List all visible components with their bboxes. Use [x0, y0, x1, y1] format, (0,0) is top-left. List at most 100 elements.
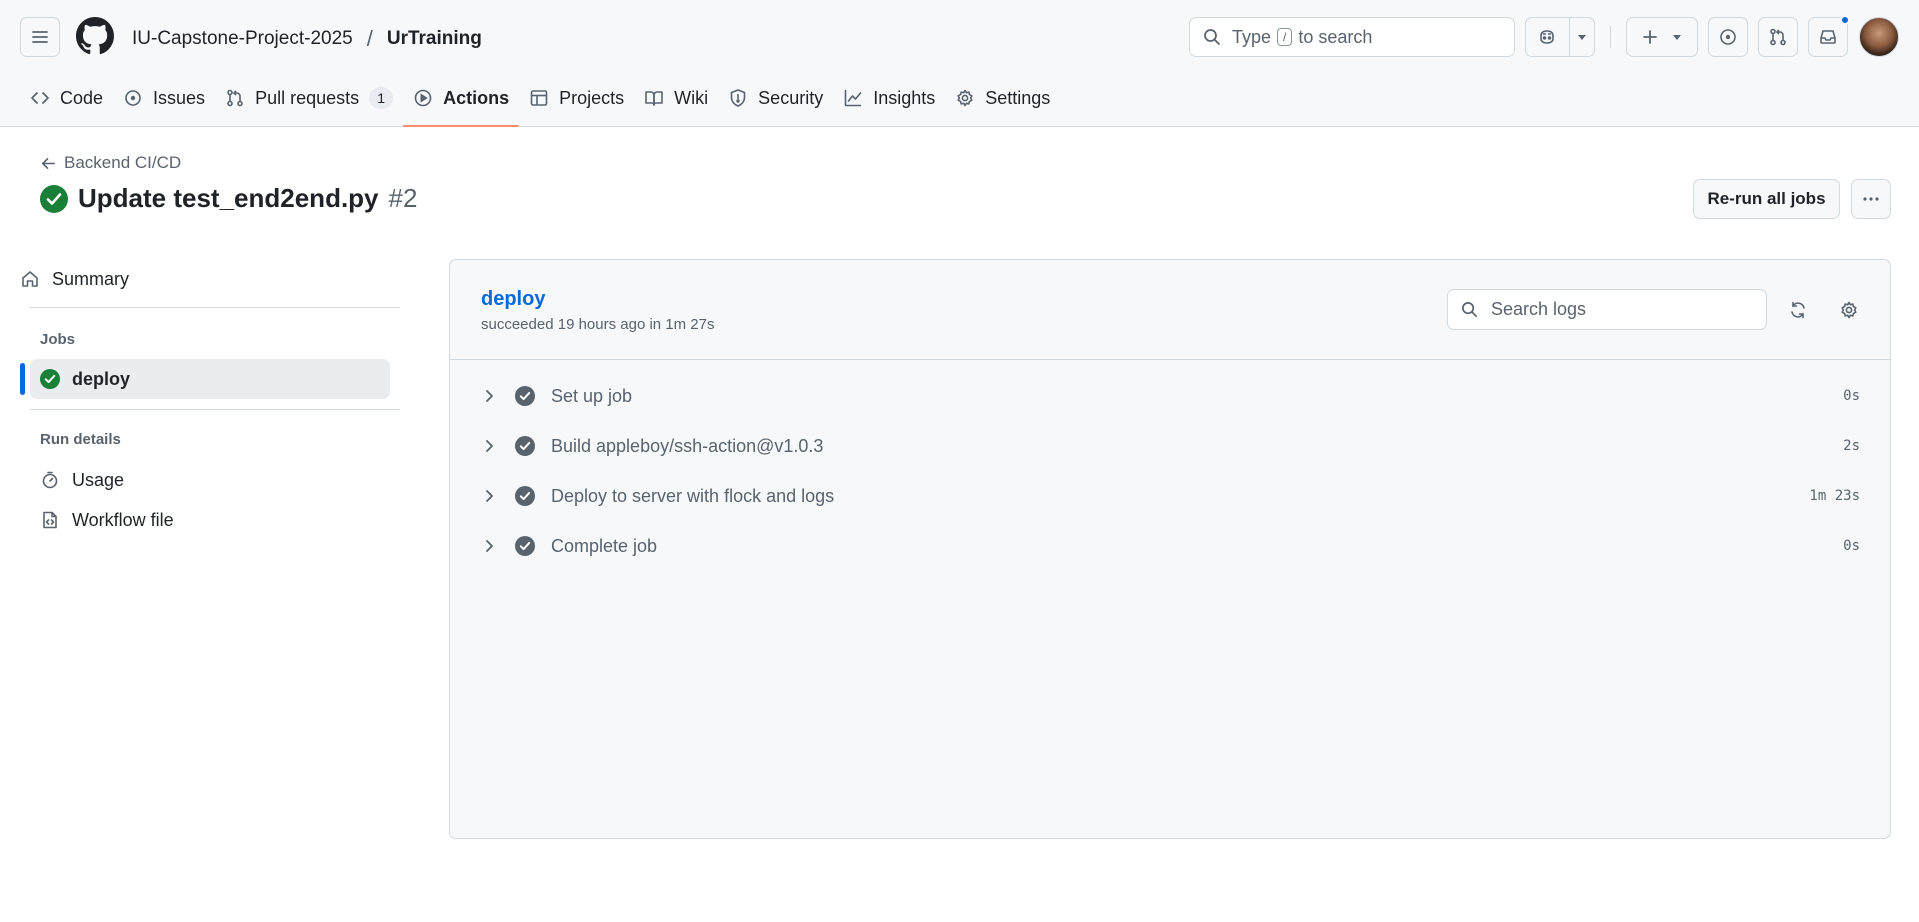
- sidebar-item-workflow-file[interactable]: Workflow file: [30, 500, 390, 540]
- tab-issues[interactable]: Issues: [113, 74, 215, 122]
- chevron-right-icon: [486, 440, 493, 452]
- back-link-label: Backend CI/CD: [64, 153, 182, 172]
- run-title-row: Update test_end2end.py #2: [40, 183, 417, 214]
- refresh-logs-button[interactable]: [1780, 292, 1816, 328]
- sidebar-divider: [30, 409, 400, 410]
- tab-wiki[interactable]: Wiki: [634, 74, 718, 122]
- job-log-panel: deploy succeeded 19 hours ago in 1m 27s …: [449, 259, 1891, 839]
- sidebar-divider: [30, 307, 400, 308]
- job-name-link[interactable]: deploy: [481, 288, 545, 311]
- table-icon: [530, 90, 548, 106]
- copilot-icon: [1540, 30, 1555, 44]
- chevron-right-icon: [486, 490, 493, 502]
- inbox-icon: [1820, 30, 1836, 44]
- search-suffix-text: to search: [1298, 26, 1373, 47]
- job-step-row[interactable]: Complete job 0s: [450, 524, 1890, 568]
- shield-icon: [730, 89, 746, 107]
- global-search-input[interactable]: Type / to search: [1189, 17, 1515, 57]
- run-more-options-button[interactable]: [1851, 179, 1891, 219]
- sync-icon: [1791, 301, 1805, 319]
- graph-icon: [844, 89, 862, 107]
- git-pull-request-icon: [227, 89, 243, 107]
- search-prefix-text: Type: [1232, 26, 1272, 47]
- plus-icon: [1643, 30, 1657, 44]
- check-circle-fill-icon: [40, 184, 68, 213]
- issue-opened-icon: [125, 90, 141, 106]
- search-logs-placeholder: Search logs: [1491, 299, 1587, 319]
- sidebar-heading-run-details: Run details: [40, 431, 121, 448]
- job-panel-header: deploy succeeded 19 hours ago in 1m 27s …: [450, 260, 1890, 360]
- run-number: #2: [388, 183, 418, 213]
- job-status-meta: succeeded 19 hours ago in 1m 27s: [481, 316, 715, 333]
- sidebar-item-summary[interactable]: Summary: [10, 259, 370, 299]
- rerun-all-jobs-button[interactable]: Re-run all jobs: [1693, 179, 1840, 219]
- gear-icon: [957, 89, 973, 107]
- app-header: IU-Capstone-Project-2025 / UrTraining Ty…: [0, 0, 1919, 127]
- selected-job-indicator: [20, 363, 25, 395]
- pull-request-counter: 1: [369, 87, 394, 109]
- search-logs-input[interactable]: Search logs: [1447, 289, 1767, 330]
- sidebar-heading-jobs: Jobs: [40, 331, 76, 348]
- check-circle-fill-icon: [515, 536, 535, 556]
- tab-label: Projects: [559, 87, 625, 108]
- search-icon: [1204, 29, 1220, 45]
- tab-pull-requests[interactable]: Pull requests 1: [215, 74, 403, 122]
- code-icon: [31, 92, 49, 104]
- home-icon: [22, 271, 38, 287]
- user-avatar[interactable]: [1859, 17, 1899, 57]
- your-issues-button[interactable]: [1708, 17, 1748, 57]
- job-step-row[interactable]: Build appleboy/ssh-action@v1.0.3 2s: [450, 424, 1890, 468]
- step-duration: 2s: [1843, 438, 1860, 454]
- play-icon: [414, 89, 432, 107]
- tab-insights[interactable]: Insights: [833, 74, 945, 122]
- tab-label: Insights: [873, 87, 936, 108]
- github-logo-icon[interactable]: [76, 17, 114, 55]
- file-code-icon: [43, 511, 57, 529]
- back-to-workflow-link[interactable]: Backend CI/CD: [40, 153, 181, 173]
- step-name: Set up job: [551, 385, 633, 406]
- tab-label: Security: [758, 87, 824, 108]
- chevron-right-icon: [486, 540, 493, 552]
- breadcrumb-repo-link[interactable]: UrTraining: [387, 28, 482, 50]
- copilot-dropdown-button[interactable]: [1568, 18, 1594, 56]
- step-name: Deploy to server with flock and logs: [551, 485, 835, 506]
- step-duration: 0s: [1843, 538, 1860, 554]
- top-bar: IU-Capstone-Project-2025 / UrTraining Ty…: [0, 0, 1919, 74]
- tab-security[interactable]: Security: [718, 74, 833, 122]
- menu-button[interactable]: [20, 17, 60, 57]
- tab-code[interactable]: Code: [20, 74, 113, 122]
- repo-breadcrumb: IU-Capstone-Project-2025 / UrTraining: [132, 26, 482, 52]
- git-pull-request-icon: [1770, 28, 1786, 46]
- stopwatch-icon: [42, 471, 58, 489]
- sidebar-item-label: Usage: [72, 469, 125, 490]
- create-new-button[interactable]: [1626, 17, 1698, 57]
- tab-projects[interactable]: Projects: [519, 74, 634, 122]
- copilot-button-group: [1525, 17, 1595, 57]
- kebab-horizontal-icon: [1863, 197, 1879, 201]
- check-circle-fill-icon: [40, 369, 60, 389]
- step-name: Complete job: [551, 535, 658, 556]
- tab-label: Pull requests: [255, 87, 360, 108]
- triangle-down-icon: [1673, 35, 1681, 40]
- step-name: Build appleboy/ssh-action@v1.0.3: [551, 435, 824, 456]
- header-divider: [1610, 26, 1611, 48]
- job-step-row[interactable]: Set up job 0s: [450, 374, 1890, 418]
- chevron-right-icon: [486, 390, 493, 402]
- job-step-row[interactable]: Deploy to server with flock and logs 1m …: [450, 474, 1890, 518]
- your-pull-requests-button[interactable]: [1758, 17, 1798, 57]
- breadcrumb-owner-link[interactable]: IU-Capstone-Project-2025: [132, 28, 353, 50]
- tab-label: Code: [60, 87, 104, 108]
- tab-settings[interactable]: Settings: [945, 74, 1060, 122]
- sidebar-item-job-deploy[interactable]: deploy: [30, 359, 390, 399]
- search-icon: [1461, 301, 1478, 318]
- gear-icon: [1841, 301, 1857, 319]
- copilot-button[interactable]: [1526, 18, 1569, 56]
- hamburger-icon: [32, 31, 48, 43]
- tab-actions[interactable]: Actions: [403, 74, 520, 127]
- breadcrumb-separator: /: [366, 26, 373, 51]
- log-settings-button[interactable]: [1831, 292, 1867, 328]
- tab-label: Actions: [443, 87, 510, 108]
- sidebar-item-usage[interactable]: Usage: [30, 460, 390, 500]
- triangle-down-icon: [1577, 35, 1586, 40]
- check-circle-fill-icon: [515, 436, 535, 456]
